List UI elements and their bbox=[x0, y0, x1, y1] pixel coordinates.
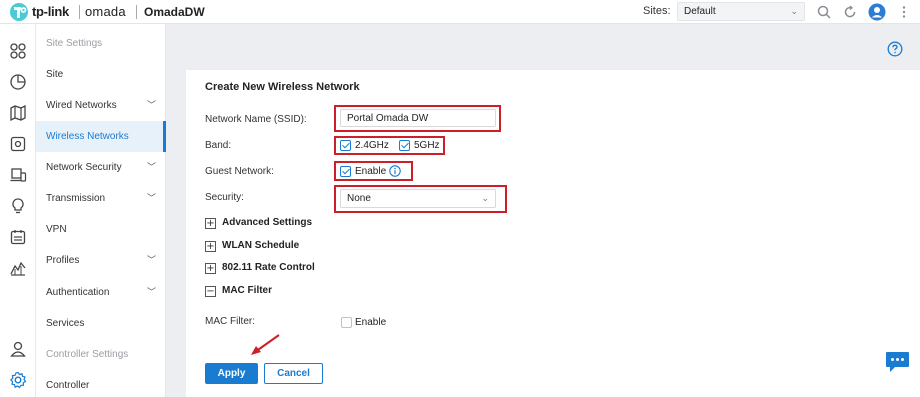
sites-select-value: Default bbox=[684, 6, 716, 17]
site-name: OmadaDW bbox=[144, 5, 205, 19]
band-24ghz-checkbox[interactable] bbox=[340, 140, 351, 151]
chevron-down-icon: ﹀ bbox=[146, 287, 156, 297]
subnav-item-transmission[interactable]: Transmission ﹀ bbox=[36, 183, 166, 214]
apply-button[interactable]: Apply bbox=[205, 363, 258, 384]
settings-icon[interactable] bbox=[9, 371, 27, 389]
sites-label: Sites: bbox=[643, 5, 671, 17]
band-label: Band: bbox=[205, 140, 232, 151]
top-bar: tp-link omada OmadaDW Sites: Default ⌄ bbox=[0, 0, 920, 24]
expand-icon: + bbox=[205, 241, 216, 252]
band-24ghz-label: 2.4GHz bbox=[355, 140, 389, 151]
icon-rail bbox=[0, 24, 36, 397]
page-title: Create New Wireless Network bbox=[205, 81, 360, 93]
band-5ghz-checkbox[interactable] bbox=[399, 140, 410, 151]
chevron-down-icon: ﹀ bbox=[146, 255, 156, 265]
user-avatar[interactable] bbox=[868, 3, 886, 21]
chevron-down-icon: ⌄ bbox=[481, 193, 489, 203]
settings-subnav: Site Settings Site Wired Networks ﹀ Wirel… bbox=[36, 24, 166, 397]
subnav-item-site[interactable]: Site bbox=[36, 59, 166, 90]
chevron-down-icon: ⌄ bbox=[790, 6, 798, 16]
chat-icon[interactable] bbox=[885, 351, 910, 373]
cancel-button[interactable]: Cancel bbox=[264, 363, 323, 384]
insights-icon[interactable] bbox=[9, 197, 27, 215]
chevron-down-icon: ﹀ bbox=[146, 162, 156, 172]
create-wireless-network-panel: Create New Wireless Network Network Name… bbox=[186, 70, 920, 397]
more-vertical-icon[interactable] bbox=[896, 4, 912, 20]
dashboard-icon[interactable] bbox=[9, 42, 27, 60]
account-icon[interactable] bbox=[9, 340, 27, 358]
ssid-input[interactable]: Portal Omada DW bbox=[340, 109, 496, 127]
mac-filter-checkbox[interactable] bbox=[341, 317, 352, 328]
collapse-icon: − bbox=[205, 286, 216, 297]
mac-filter-enable-label: Enable bbox=[355, 317, 387, 328]
security-select-value: None bbox=[347, 193, 371, 204]
brand-tplink: tp-link bbox=[32, 4, 69, 19]
info-icon[interactable] bbox=[389, 165, 401, 177]
subnav-heading-site-settings: Site Settings bbox=[46, 38, 103, 49]
brand-omada: omada bbox=[85, 4, 126, 19]
statistics-icon[interactable] bbox=[9, 73, 27, 91]
reports-icon[interactable] bbox=[9, 259, 27, 277]
search-icon[interactable] bbox=[816, 4, 832, 20]
subnav-item-vpn[interactable]: VPN bbox=[36, 214, 166, 245]
subnav-item-authentication[interactable]: Authentication ﹀ bbox=[36, 277, 166, 308]
security-select[interactable]: None ⌄ bbox=[340, 189, 496, 208]
subnav-heading-controller-settings: Controller Settings bbox=[46, 349, 129, 360]
subnav-item-wired-networks[interactable]: Wired Networks ﹀ bbox=[36, 90, 166, 121]
chevron-down-icon: ﹀ bbox=[146, 100, 156, 110]
logs-icon[interactable] bbox=[9, 228, 27, 246]
security-label: Security: bbox=[205, 192, 244, 203]
refresh-icon[interactable] bbox=[842, 4, 858, 20]
advanced-settings-label: Advanced Settings bbox=[222, 217, 313, 228]
mac-filter-label: MAC Filter: bbox=[205, 316, 255, 327]
annotation-arrow bbox=[251, 334, 280, 355]
brand-separator bbox=[136, 5, 137, 19]
expand-icon: + bbox=[205, 263, 216, 274]
subnav-item-controller[interactable]: Controller bbox=[36, 370, 166, 397]
guest-network-checkbox[interactable] bbox=[340, 166, 351, 177]
brand-separator bbox=[79, 5, 80, 19]
subnav-item-services[interactable]: Services bbox=[36, 308, 166, 339]
guest-network-label: Guest Network: bbox=[205, 166, 274, 177]
subnav-item-network-security[interactable]: Network Security ﹀ bbox=[36, 152, 166, 183]
devices-icon[interactable] bbox=[9, 135, 27, 153]
mac-filter-section-label: MAC Filter bbox=[222, 285, 272, 296]
subnav-item-wireless-networks[interactable]: Wireless Networks bbox=[36, 121, 166, 152]
subnav-item-profiles[interactable]: Profiles ﹀ bbox=[36, 245, 166, 276]
ssid-label: Network Name (SSID): bbox=[205, 114, 307, 125]
rate-control-label: 802.11 Rate Control bbox=[222, 262, 315, 273]
band-5ghz-label: 5GHz bbox=[414, 140, 440, 151]
expand-icon: + bbox=[205, 218, 216, 229]
map-icon[interactable] bbox=[9, 104, 27, 122]
help-icon[interactable] bbox=[887, 41, 903, 57]
clients-icon[interactable] bbox=[9, 166, 27, 184]
wlan-schedule-label: WLAN Schedule bbox=[222, 240, 300, 251]
sites-select[interactable]: Default ⌄ bbox=[677, 2, 805, 21]
chevron-down-icon: ﹀ bbox=[146, 193, 156, 203]
tp-link-logo-icon bbox=[10, 3, 28, 21]
guest-network-enable-label: Enable bbox=[355, 166, 387, 177]
